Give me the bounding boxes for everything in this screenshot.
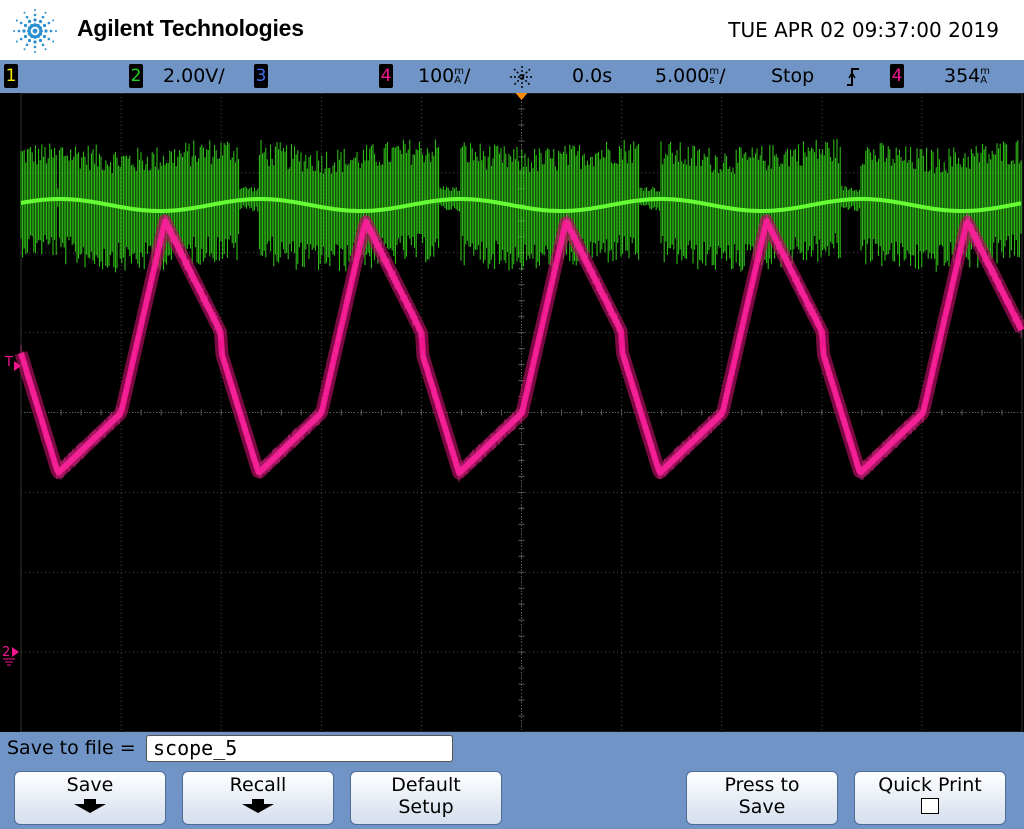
date-time: TUE APR 02 09:37:00 2019 — [728, 18, 999, 42]
save-to-file-label: Save to file = — [7, 737, 136, 759]
status-bar: 1 2 2.00V/ 3 4 100m A/ 0.0s 5.000m s / Stop… — [0, 60, 1024, 93]
checkbox-icon — [921, 798, 939, 814]
trigger-source-badge[interactable]: 4 — [890, 64, 904, 88]
recall-button[interactable]: Recall — [182, 771, 334, 825]
quick-print-button[interactable]: Quick Print — [854, 771, 1006, 825]
brand-name: Agilent Technologies — [77, 15, 304, 41]
channel-3-badge[interactable]: 3 — [254, 64, 268, 88]
channel-1-badge[interactable]: 1 — [4, 64, 18, 88]
header: Agilent Technologies TUE APR 02 09:37:00… — [0, 0, 1024, 60]
trigger-position-icon[interactable] — [509, 65, 535, 89]
filename-input[interactable]: scope_5 — [146, 735, 453, 762]
default-setup-label-2: Setup — [398, 796, 454, 818]
press-to-save-label-2: Save — [738, 796, 786, 818]
time-scale-unit: ms — [709, 67, 719, 86]
agilent-logo-icon — [13, 9, 57, 53]
softkey-bar: Save Recall Default Setup Press to Save … — [0, 765, 1024, 829]
channel-2-badge[interactable]: 2 — [129, 64, 143, 88]
press-to-save-button[interactable]: Press to Save — [686, 771, 838, 825]
channel-4-scale-suffix: / — [464, 65, 471, 87]
save-button[interactable]: Save — [14, 771, 166, 825]
unit-bottom: A — [980, 75, 988, 86]
channel-2-scale[interactable]: 2.00V/ — [163, 65, 225, 87]
arrow-down-icon — [242, 799, 274, 813]
trigger-level-unit: mA — [980, 67, 990, 86]
ground-marker — [12, 647, 19, 657]
ground-marker-label: 2 — [2, 645, 10, 660]
quick-print-label: Quick Print — [878, 774, 982, 796]
channel-4-scale[interactable]: 100m A / — [418, 65, 470, 87]
rising-edge-icon[interactable] — [845, 66, 861, 88]
recall-button-label: Recall — [229, 774, 287, 796]
save-button-label: Save — [66, 774, 114, 796]
save-bar: Save to file = scope_5 — [0, 732, 1024, 765]
channel-4-scale-value: 100 — [418, 65, 455, 87]
trigger-position-marker — [515, 93, 528, 100]
channel-4-badge[interactable]: 4 — [379, 64, 393, 88]
default-setup-label-1: Default — [391, 774, 461, 796]
run-state[interactable]: Stop — [771, 65, 814, 87]
trigger-level[interactable]: 354m A — [944, 65, 990, 87]
unit-bottom: A — [454, 75, 462, 86]
arrow-down-icon — [74, 799, 106, 813]
trigger-level-value: 354 — [944, 65, 981, 87]
channel-4-scale-unit: mA — [454, 67, 464, 86]
time-delay[interactable]: 0.0s — [572, 65, 612, 87]
waveform-canvas: T2 — [2, 93, 1024, 732]
default-setup-button[interactable]: Default Setup — [350, 771, 502, 825]
time-scale-value: 5.000 — [655, 65, 710, 87]
press-to-save-label-1: Press to — [724, 774, 800, 796]
unit-bottom: s — [709, 75, 715, 86]
time-scale-suffix: / — [719, 65, 726, 87]
time-scale[interactable]: 5.000m s / — [655, 65, 726, 87]
waveform-display[interactable]: T2 — [0, 93, 1024, 732]
trigger-level-marker-label: T — [4, 355, 13, 370]
